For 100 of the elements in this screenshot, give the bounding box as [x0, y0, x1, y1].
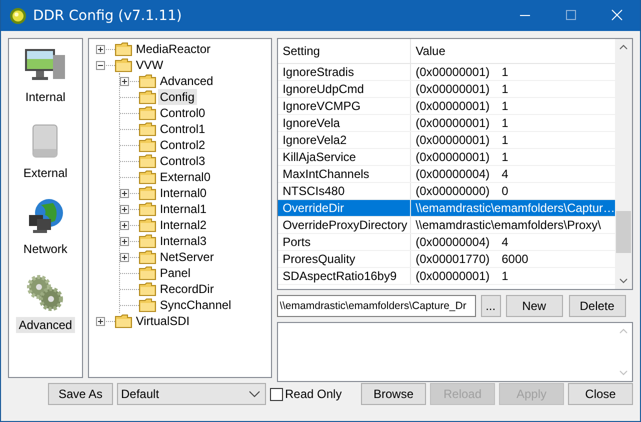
table-row[interactable]: IgnoreStradis (0x00000001) 1	[278, 64, 615, 81]
tree-item[interactable]: NetServer	[158, 249, 216, 265]
folder-icon	[138, 138, 156, 152]
button[interactable]: Delete	[568, 295, 626, 317]
tree-item[interactable]: External0	[158, 169, 213, 185]
tree-item[interactable]: Internal3	[158, 233, 209, 249]
button[interactable]: Close	[568, 383, 633, 405]
tree-item[interactable]: RecordDir	[158, 281, 216, 297]
folder-icon	[114, 42, 132, 56]
category-item[interactable]: External	[20, 165, 70, 181]
category-item[interactable]: Advanced	[16, 317, 76, 333]
tree-item[interactable]: Internal1	[158, 201, 209, 217]
table-cell: 1	[502, 81, 508, 97]
folder-icon	[114, 58, 132, 72]
table-cell: 0	[502, 183, 508, 199]
table-row[interactable]: Ports (0x00000004) 4	[278, 234, 615, 251]
tree-item[interactable]: SyncChannel	[158, 297, 234, 313]
expand-icon[interactable]	[120, 188, 129, 198]
tree-item[interactable]: Internal0	[158, 185, 209, 201]
folder-icon	[138, 170, 156, 184]
folder-icon	[138, 266, 156, 280]
tree-item[interactable]: Control1	[158, 121, 208, 137]
table-row[interactable]: OverrideProxyDirectory \\emamdrastic\emamfolders\Proxy\	[278, 217, 615, 234]
table-cell-text: (0x00000001)	[416, 149, 491, 165]
expand-icon[interactable]	[120, 220, 129, 230]
expand-icon[interactable]	[120, 252, 129, 262]
table-cell: 1	[502, 64, 508, 80]
folder-icon	[114, 314, 132, 328]
category-item[interactable]: Network	[20, 241, 70, 257]
table-cell: MaxIntChannels	[278, 166, 411, 182]
table-cell-text: (0x00000001)	[416, 98, 491, 114]
folder-icon	[138, 298, 156, 312]
tree-item[interactable]: Control0	[158, 105, 208, 121]
save-as-button[interactable]: Save As	[48, 383, 113, 405]
table-cell: \\emamdrastic\emamfolders\Captur…	[416, 200, 615, 216]
table-cell-text: (0x00000001)	[416, 64, 491, 80]
table-cell: 4	[502, 166, 508, 182]
table-row[interactable]: IgnoreVCMPG (0x00000001) 1	[278, 98, 615, 115]
table-cell: Ports	[278, 234, 411, 250]
folder-icon	[138, 282, 156, 296]
table-row[interactable]: KillAjaService (0x00000001) 1	[278, 149, 615, 166]
browse-button[interactable]: ...	[480, 295, 501, 317]
table-cell: \\emamdrastic\emamfolders\Proxy\	[416, 217, 601, 233]
tree-item[interactable]: Config	[158, 89, 197, 105]
table-cell-text: (0x00000001)	[416, 268, 491, 284]
table-cell: 4	[502, 234, 508, 250]
table-cell-text: (0x00000001)	[416, 115, 491, 131]
table-cell: OverrideProxyDirectory	[278, 217, 411, 233]
table-cell: IgnoreVela2	[278, 132, 411, 148]
table-row[interactable]: IgnoreVela2 (0x00000001) 1	[278, 132, 615, 149]
table-cell: IgnoreUdpCmd	[278, 81, 411, 97]
table-cell: 1	[502, 115, 508, 131]
tree-item[interactable]: Control3	[158, 153, 208, 169]
expand-icon[interactable]	[96, 44, 105, 54]
table-row[interactable]: OverrideDir \\emamdrastic\emamfolders\Captur…	[278, 200, 615, 217]
table-cell: ProresQuality	[278, 251, 411, 267]
table-cell-text: (0x00000001)	[416, 81, 491, 97]
table-cell: 1	[502, 132, 508, 148]
table-row[interactable]: MaxIntChannels (0x00000004) 4	[278, 166, 615, 183]
tree-item[interactable]: VirtualSDI	[134, 313, 192, 329]
profile-dropdown[interactable]: Default	[117, 383, 266, 405]
column-header[interactable]: Value	[410, 39, 615, 63]
expand-icon[interactable]	[120, 76, 129, 86]
table-row[interactable]: SDAspectRatio16by9 (0x00000001) 1	[278, 268, 615, 285]
scrollbar-thumb[interactable]	[616, 211, 631, 253]
table-cell-text: (0x00000004)	[416, 234, 491, 250]
folder-icon	[138, 202, 156, 216]
tree-item[interactable]: Control2	[158, 137, 208, 153]
folder-icon	[138, 250, 156, 264]
expand-icon[interactable]	[120, 236, 129, 246]
tree-item[interactable]: VVW	[134, 57, 166, 73]
app-icon	[9, 6, 27, 24]
tree-item[interactable]: Advanced	[158, 73, 216, 89]
table-cell: IgnoreVela	[278, 115, 411, 131]
table-cell: 1	[502, 268, 508, 284]
checkbox-label: Read Only	[285, 387, 342, 401]
table-cell: 1	[502, 98, 508, 114]
button[interactable]: Browse	[361, 383, 426, 405]
tree-item[interactable]: Internal2	[158, 217, 209, 233]
column-header[interactable]: Setting	[278, 39, 411, 63]
value-field[interactable]: \\emamdrastic\emamfolders\Capture_Dr	[276, 295, 476, 317]
table-cell: IgnoreVCMPG	[278, 98, 411, 114]
table-row[interactable]: IgnoreUdpCmd (0x00000001) 1	[278, 81, 615, 98]
table-row[interactable]: IgnoreVela (0x00000001) 1	[278, 115, 615, 132]
table-cell: IgnoreStradis	[278, 64, 411, 80]
tree-item[interactable]: Panel	[158, 265, 193, 281]
tree-item[interactable]: MediaReactor	[134, 41, 213, 57]
collapse-icon[interactable]	[96, 60, 105, 70]
table-cell: SDAspectRatio16by9	[278, 268, 411, 284]
table-cell: KillAjaService	[278, 149, 411, 165]
expand-icon[interactable]	[96, 316, 105, 326]
scrollbar[interactable]	[615, 39, 632, 289]
category-item[interactable]: Internal	[22, 89, 68, 105]
table-cell: OverrideDir	[278, 200, 411, 216]
folder-icon	[138, 154, 156, 168]
read-only-checkbox[interactable]	[270, 388, 283, 400]
folder-icon	[138, 186, 156, 200]
button[interactable]: New	[506, 295, 563, 317]
expand-icon[interactable]	[120, 204, 129, 214]
table-row[interactable]: ProresQuality (0x00001770) 6000	[278, 251, 615, 268]
